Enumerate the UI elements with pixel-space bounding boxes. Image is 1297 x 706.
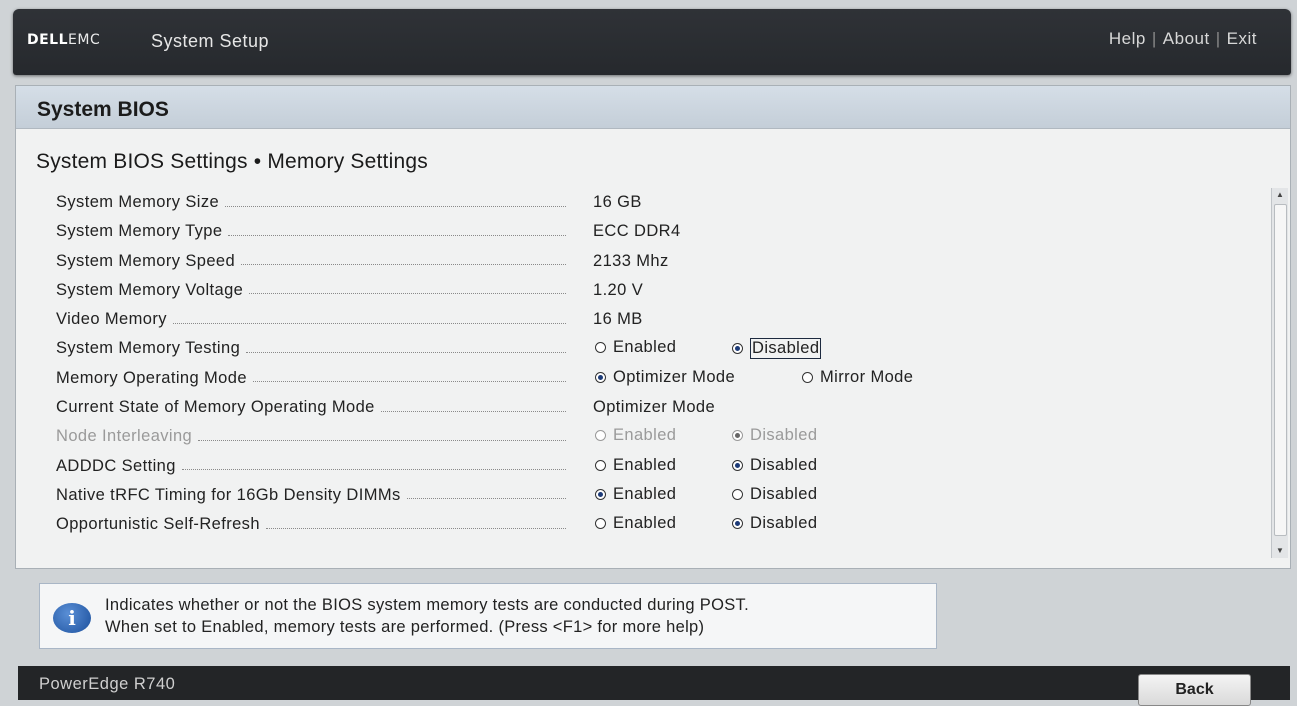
back-button[interactable]: Back [1138, 674, 1251, 706]
arrow-up-icon[interactable]: ▲ [1272, 188, 1288, 202]
help-line-2: When set to Enabled, memory tests are pe… [105, 618, 705, 636]
panel-title: System BIOS [37, 98, 169, 121]
help-text: Indicates whether or not the BIOS system… [105, 594, 749, 638]
leader-dots [246, 351, 566, 353]
adddc-disabled-radio[interactable]: Disabled [732, 456, 817, 475]
native-trfc-disabled-radio[interactable]: Disabled [732, 485, 817, 504]
setting-row-self-refresh: Opportunistic Self-Refresh Enabled Disab… [56, 512, 1256, 541]
native-trfc-enabled-radio[interactable]: Enabled [595, 485, 676, 504]
logo-dell: DELL [27, 32, 69, 48]
setting-row-memory-testing: System Memory Testing Enabled Disabled [56, 336, 1256, 365]
leader-dots [172, 322, 566, 324]
setting-row-memory-type: System Memory Type ECC DDR4 [56, 219, 1256, 248]
about-link[interactable]: About [1163, 29, 1210, 48]
leader-dots [380, 410, 566, 412]
setting-value: ECC DDR4 [593, 222, 681, 241]
app-title: System Setup [151, 31, 270, 51]
setting-label: ADDDC Setting [56, 456, 176, 475]
radio-checked-icon [732, 343, 743, 355]
panel-header: System BIOS [16, 86, 1290, 129]
arrow-down-icon[interactable]: ▼ [1272, 544, 1288, 558]
vertical-scrollbar[interactable]: ▲ ▼ [1271, 188, 1288, 558]
logo-emc: EMC [68, 32, 101, 48]
link-separator: | [1151, 29, 1157, 48]
radio-unchecked-icon [595, 459, 606, 471]
setting-row-node-interleaving: Node Interleaving Enabled Disabled [56, 424, 1256, 453]
adddc-enabled-radio[interactable]: Enabled [595, 456, 676, 475]
setting-row-video-memory: Video Memory 16 MB [56, 307, 1256, 336]
top-links: Help | About | Exit [1109, 29, 1257, 49]
self-refresh-enabled-radio[interactable]: Enabled [595, 514, 676, 533]
setting-label: System Memory Speed [56, 251, 236, 270]
radio-unchecked-icon [802, 371, 813, 383]
help-line-1: Indicates whether or not the BIOS system… [105, 596, 749, 614]
top-bar: DELLEMC System Setup Help | About | Exit [13, 9, 1291, 75]
setting-row-memory-size: System Memory Size 16 GB [56, 190, 1256, 219]
mirror-mode-radio[interactable]: Mirror Mode [802, 368, 913, 387]
setting-value: Optimizer Mode [593, 398, 716, 417]
setting-label: Memory Operating Mode [56, 368, 247, 387]
footer-bar: PowerEdge R740 Back [18, 666, 1290, 706]
setting-label: System Memory Voltage [56, 280, 244, 299]
exit-link[interactable]: Exit [1227, 29, 1257, 48]
help-box: i Indicates whether or not the BIOS syst… [39, 583, 937, 649]
radio-unchecked-icon [732, 488, 743, 500]
leader-dots [406, 497, 566, 500]
settings-list: System Memory Size 16 GB System Memory T… [56, 190, 1256, 542]
leader-dots [228, 234, 566, 236]
setting-row-current-state: Current State of Memory Operating Mode O… [56, 395, 1256, 424]
setting-label: Current State of Memory Operating Mode [56, 398, 375, 417]
setting-label: System Memory Type [56, 222, 223, 241]
leader-dots [265, 527, 566, 529]
memory-testing-enabled-radio[interactable]: Enabled [595, 338, 676, 357]
radio-unchecked-icon [595, 518, 606, 530]
leader-dots [249, 292, 566, 295]
setting-value: 16 GB [593, 193, 642, 211]
setting-label: Video Memory [56, 310, 167, 329]
node-interleaving-disabled-radio: Disabled [732, 426, 817, 445]
info-icon: i [53, 603, 91, 633]
radio-unchecked-icon [595, 430, 606, 442]
setting-label: Node Interleaving [56, 427, 193, 446]
radio-checked-icon [595, 488, 606, 500]
node-interleaving-enabled-radio: Enabled [595, 426, 676, 445]
setting-label: Native tRFC Timing for 16Gb Density DIMM… [56, 485, 401, 504]
radio-checked-icon [732, 430, 743, 442]
leader-dots [181, 468, 566, 471]
setting-value: 2133 Mhz [593, 251, 669, 270]
setting-row-adddc: ADDDC Setting Enabled Disabled [56, 454, 1256, 483]
help-link[interactable]: Help [1109, 29, 1146, 48]
leader-dots [198, 439, 566, 441]
self-refresh-disabled-radio[interactable]: Disabled [732, 514, 817, 533]
leader-dots [241, 263, 566, 266]
radio-unchecked-icon [595, 342, 606, 354]
scroll-thumb[interactable] [1274, 204, 1287, 536]
optimizer-mode-radio[interactable]: Optimizer Mode [595, 368, 735, 387]
leader-dots [252, 380, 566, 383]
setting-label: System Memory Size [56, 193, 220, 211]
main-panel: System BIOS System BIOS Settings • Memor… [15, 85, 1291, 569]
setting-label: Opportunistic Self-Refresh [56, 515, 260, 534]
setting-value: 16 MB [593, 310, 643, 329]
setting-label: System Memory Testing [56, 339, 241, 358]
setting-row-memory-operating-mode: Memory Operating Mode Optimizer Mode Mir… [56, 366, 1256, 395]
radio-checked-icon [732, 459, 743, 471]
setting-row-native-trfc: Native tRFC Timing for 16Gb Density DIMM… [56, 483, 1256, 512]
leader-dots [225, 205, 566, 207]
setting-value: 1.20 V [593, 280, 644, 299]
breadcrumb: System BIOS Settings • Memory Settings [36, 150, 428, 173]
setting-row-memory-speed: System Memory Speed 2133 Mhz [56, 249, 1256, 278]
radio-checked-icon [732, 518, 743, 530]
server-model: PowerEdge R740 [39, 675, 176, 693]
radio-checked-icon [595, 371, 606, 383]
link-separator: | [1215, 29, 1221, 48]
setting-row-memory-voltage: System Memory Voltage 1.20 V [56, 278, 1256, 307]
dell-emc-logo: DELLEMC [27, 32, 100, 48]
memory-testing-disabled-radio[interactable]: Disabled [732, 338, 822, 360]
